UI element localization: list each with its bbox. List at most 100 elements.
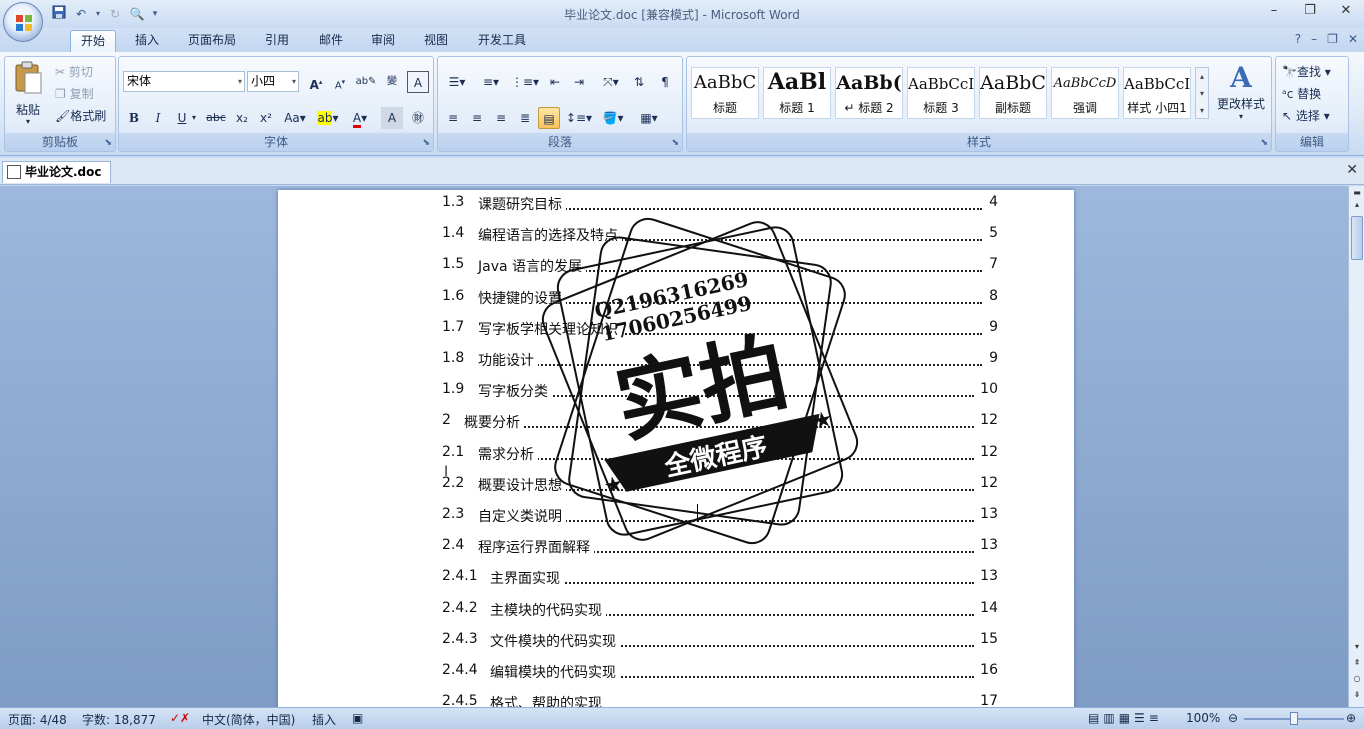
toc-entry[interactable]: 2.4.4 编辑模块的代码实现 16 bbox=[442, 662, 998, 686]
font-color-button[interactable]: A▾ bbox=[345, 107, 375, 129]
prev-page-icon[interactable]: ⇞ bbox=[1351, 658, 1363, 667]
find-button[interactable]: 🔭查找 ▾ bbox=[1282, 63, 1331, 80]
paste-button[interactable]: 粘贴 ▾ bbox=[9, 61, 47, 129]
vertical-scrollbar[interactable]: ▬ ▴ ▾ ⇞ ○ ⇟ bbox=[1348, 186, 1364, 707]
enclose-char-button[interactable]: ㊖ bbox=[407, 107, 429, 129]
clear-formatting-button[interactable]: ab✎ bbox=[355, 71, 377, 93]
font-size-combo[interactable]: 小四 ▾ bbox=[247, 71, 299, 92]
justify-button[interactable]: ≣ bbox=[514, 107, 536, 129]
macro-record-icon[interactable]: ▣ bbox=[352, 711, 363, 725]
align-right-button[interactable]: ≡ bbox=[490, 107, 512, 129]
scroll-thumb[interactable] bbox=[1351, 216, 1363, 260]
toc-entry[interactable]: 2 概要分析 12 bbox=[442, 412, 998, 436]
web-layout-icon[interactable]: ▦ bbox=[1119, 711, 1134, 725]
distributed-button[interactable]: ▤ bbox=[538, 107, 560, 129]
show-marks-button[interactable]: ¶ bbox=[654, 71, 676, 93]
toc-entry[interactable]: 2.4.2 主模块的代码实现 14 bbox=[442, 600, 998, 624]
styles-launcher-icon[interactable]: ⬊ bbox=[1260, 138, 1268, 148]
highlight-button[interactable]: ab▾ bbox=[311, 107, 345, 129]
bold-button[interactable]: B bbox=[123, 107, 145, 129]
maximize-button[interactable]: ❐ bbox=[1292, 0, 1328, 22]
underline-dropdown-icon[interactable]: ▾ bbox=[189, 107, 199, 129]
chinese-layout-button[interactable]: ⤧▾ bbox=[596, 71, 626, 93]
word-count[interactable]: 字数: 18,877 bbox=[82, 711, 156, 728]
insert-mode[interactable]: 插入 bbox=[312, 711, 336, 728]
toc-entry[interactable]: 2.4.1 主界面实现 13 bbox=[442, 568, 998, 592]
toc-entry[interactable]: 2.4.5 格式、帮助的实现 17 bbox=[442, 693, 998, 707]
font-launcher-icon[interactable]: ⬊ bbox=[422, 138, 430, 148]
grow-font-button[interactable]: A▴ bbox=[305, 71, 327, 93]
tab-review[interactable]: 审阅 bbox=[360, 30, 406, 52]
zoom-out-icon[interactable]: ⊖ bbox=[1228, 711, 1238, 725]
tab-insert[interactable]: 插入 bbox=[124, 30, 170, 52]
change-case-button[interactable]: Aa▾ bbox=[281, 107, 309, 129]
document-area[interactable]: 1.3 课题研究目标 4 1.4 编程语言的选择及特点 5 1.5 Java 语言的发展 7 1.… bbox=[0, 186, 1348, 707]
minimize-button[interactable]: – bbox=[1256, 0, 1292, 22]
view-buttons[interactable]: ▤▥▦☰≡ bbox=[1088, 711, 1163, 725]
borders-button[interactable]: ▦▾ bbox=[634, 107, 664, 129]
char-border-button[interactable]: A bbox=[407, 71, 429, 93]
toc-entry[interactable]: 2.4.3 文件模块的代码实现 15 bbox=[442, 631, 998, 655]
subscript-button[interactable]: x₂ bbox=[231, 107, 253, 129]
increase-indent-button[interactable]: ⇥ bbox=[568, 71, 590, 93]
tab-view[interactable]: 视图 bbox=[413, 30, 459, 52]
office-button[interactable] bbox=[3, 2, 43, 42]
doc-close-button[interactable]: ✕ bbox=[1348, 32, 1358, 46]
page-count[interactable]: 页面: 4/48 bbox=[8, 711, 67, 728]
proofing-icon[interactable]: ✓✗ bbox=[170, 711, 190, 725]
browse-object-icon[interactable]: ○ bbox=[1351, 674, 1363, 683]
shrink-font-button[interactable]: A▾ bbox=[329, 71, 351, 93]
line-spacing-button[interactable]: ↕≡▾ bbox=[564, 107, 594, 129]
toc-entry[interactable]: 2.4 程序运行界面解释 13 bbox=[442, 537, 998, 561]
toc-entry[interactable]: 2.2 概要设计思想 12 bbox=[442, 475, 998, 499]
toc-entry[interactable]: 1.4 编程语言的选择及特点 5 bbox=[442, 225, 998, 249]
help-icon[interactable]: ? bbox=[1295, 32, 1301, 46]
outline-icon[interactable]: ☰ bbox=[1134, 711, 1149, 725]
tab-mailings[interactable]: 邮件 bbox=[308, 30, 354, 52]
style-tile[interactable]: AaBbC 副标题 bbox=[979, 67, 1047, 119]
styles-scroll[interactable]: ▴ ▾ ▾ bbox=[1195, 67, 1209, 119]
style-tile[interactable]: AaBbCcI 样式 小四1 bbox=[1123, 67, 1191, 119]
document-tab[interactable]: 毕业论文.doc bbox=[2, 161, 111, 183]
zoom-in-icon[interactable]: ⊕ bbox=[1346, 711, 1356, 725]
toc-entry[interactable]: 1.3 课题研究目标 4 bbox=[442, 194, 998, 218]
toc-entry[interactable]: 1.6 快捷键的设置 8 bbox=[442, 288, 998, 312]
replace-button[interactable]: ᵃc 替换 bbox=[1282, 85, 1321, 102]
style-tile[interactable]: AaBbCcD 强调 bbox=[1051, 67, 1119, 119]
sort-button[interactable]: ⇅ bbox=[628, 71, 650, 93]
shading-button[interactable]: 🪣▾ bbox=[598, 107, 628, 129]
style-tile[interactable]: AaBbC 标题 bbox=[691, 67, 759, 119]
decrease-indent-button[interactable]: ⇤ bbox=[544, 71, 566, 93]
document-page[interactable]: 1.3 课题研究目标 4 1.4 编程语言的选择及特点 5 1.5 Java 语言的发展 7 1.… bbox=[278, 190, 1074, 707]
phonetic-guide-button[interactable]: 變 bbox=[381, 71, 403, 93]
font-name-combo[interactable]: 宋体 ▾ bbox=[123, 71, 245, 92]
scroll-down-icon[interactable]: ▾ bbox=[1351, 642, 1363, 651]
close-document-icon[interactable]: ✕ bbox=[1346, 162, 1358, 178]
zoom-level[interactable]: 100% bbox=[1186, 711, 1220, 725]
print-layout-icon[interactable]: ▤ bbox=[1088, 711, 1103, 725]
toc-entry[interactable]: 1.5 Java 语言的发展 7 bbox=[442, 256, 998, 280]
full-screen-reading-icon[interactable]: ▥ bbox=[1103, 711, 1118, 725]
style-tile[interactable]: AaBb( ↵ 标题 2 bbox=[835, 67, 903, 119]
toc-entry[interactable]: 2.3 自定义类说明 13 bbox=[442, 506, 998, 530]
format-painter-button[interactable]: 🖌格式刷 bbox=[55, 107, 106, 124]
paste-dropdown-icon[interactable]: ▾ bbox=[9, 117, 47, 126]
style-tile[interactable]: AaBl 标题 1 bbox=[763, 67, 831, 119]
doc-restore-button[interactable]: ❐ bbox=[1327, 32, 1338, 46]
change-styles-button[interactable]: A 更改样式 ▾ bbox=[1213, 61, 1269, 131]
char-shading-button[interactable]: A bbox=[381, 107, 403, 129]
close-button[interactable]: ✕ bbox=[1328, 0, 1364, 22]
draft-icon[interactable]: ≡ bbox=[1149, 711, 1163, 725]
numbering-button[interactable]: ≡▾ bbox=[476, 71, 506, 93]
paragraph-launcher-icon[interactable]: ⬊ bbox=[671, 138, 679, 148]
next-page-icon[interactable]: ⇟ bbox=[1351, 690, 1363, 699]
style-tile[interactable]: AaBbCcI 标题 3 bbox=[907, 67, 975, 119]
language-indicator[interactable]: 中文(简体，中国) bbox=[202, 711, 295, 728]
tab-references[interactable]: 引用 bbox=[254, 30, 300, 52]
scroll-up-icon[interactable]: ▴ bbox=[1351, 200, 1363, 209]
toc-entry[interactable]: 1.7 写字板学相关理论知识 9 bbox=[442, 319, 998, 343]
doc-minimize-button[interactable]: – bbox=[1311, 32, 1317, 46]
copy-button[interactable]: ❐ 复制 bbox=[55, 85, 94, 102]
italic-button[interactable]: I bbox=[147, 107, 169, 129]
ruler-toggle-icon[interactable]: ▬ bbox=[1351, 188, 1363, 197]
